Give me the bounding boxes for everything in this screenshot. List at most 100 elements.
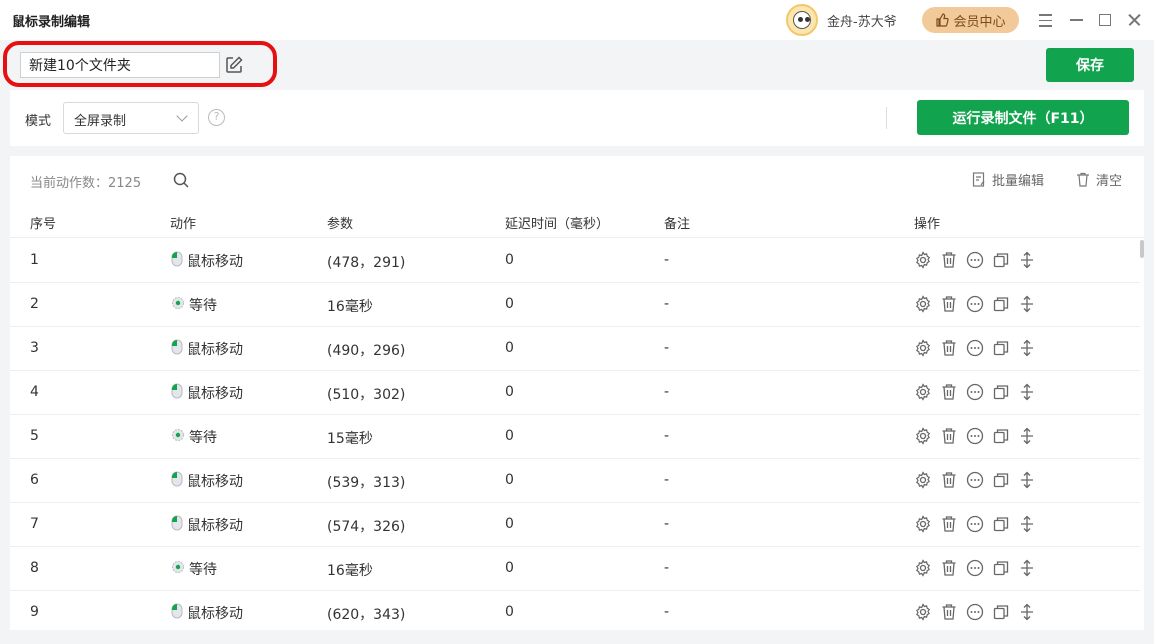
- delete-icon[interactable]: [940, 295, 958, 313]
- row-params: (539，313): [327, 475, 406, 491]
- row-note: -: [664, 296, 670, 312]
- copy-icon[interactable]: [992, 295, 1010, 313]
- more-icon[interactable]: [966, 383, 984, 401]
- mouse-icon: [170, 515, 184, 535]
- copy-icon[interactable]: [992, 559, 1010, 577]
- thumbs-up-icon: [936, 13, 950, 27]
- settings-icon[interactable]: [914, 515, 932, 533]
- row-action-label: 鼠标移动: [187, 386, 243, 402]
- avatar[interactable]: [786, 4, 818, 36]
- table-row[interactable]: 2 等待 16毫秒 0 -: [10, 283, 1140, 327]
- row-params: (620，343): [327, 607, 406, 623]
- row-index: 2: [30, 296, 39, 312]
- row-note: -: [664, 384, 670, 400]
- move-icon[interactable]: [1018, 383, 1036, 401]
- settings-icon[interactable]: [914, 339, 932, 357]
- divider: [886, 107, 887, 129]
- copy-icon[interactable]: [992, 603, 1010, 621]
- mode-select-value: 全屏录制: [74, 114, 127, 129]
- run-recording-button[interactable]: 运行录制文件（F11）: [917, 100, 1129, 135]
- table-row[interactable]: 4 鼠标移动 (510，302) 0 -: [10, 371, 1140, 415]
- move-icon[interactable]: [1018, 559, 1036, 577]
- settings-icon[interactable]: [914, 383, 932, 401]
- more-icon[interactable]: [966, 251, 984, 269]
- row-operations: [914, 515, 1036, 533]
- scrollbar[interactable]: [1140, 240, 1144, 258]
- settings-icon[interactable]: [914, 295, 932, 313]
- delete-icon[interactable]: [940, 471, 958, 489]
- more-icon[interactable]: [966, 603, 984, 621]
- delete-icon[interactable]: [940, 251, 958, 269]
- row-delay: 0: [505, 384, 514, 400]
- mode-select[interactable]: 全屏录制: [63, 102, 199, 134]
- table-row[interactable]: 6 鼠标移动 (539，313) 0 -: [10, 459, 1140, 503]
- table-row[interactable]: 5 等待 15毫秒 0 -: [10, 415, 1140, 459]
- close-icon[interactable]: [1124, 10, 1144, 30]
- clear-button[interactable]: 清空: [1076, 170, 1122, 189]
- more-icon[interactable]: [966, 427, 984, 445]
- row-action-label: 鼠标移动: [187, 254, 243, 270]
- delete-icon[interactable]: [940, 339, 958, 357]
- move-icon[interactable]: [1018, 295, 1036, 313]
- move-icon[interactable]: [1018, 603, 1036, 621]
- settings-icon[interactable]: [914, 603, 932, 621]
- row-index: 9: [30, 604, 39, 620]
- move-icon[interactable]: [1018, 515, 1036, 533]
- table-row[interactable]: 8 等待 16毫秒 0 -: [10, 547, 1140, 591]
- menu-icon[interactable]: [1035, 10, 1055, 30]
- copy-icon[interactable]: [992, 427, 1010, 445]
- delete-icon[interactable]: [940, 383, 958, 401]
- maximize-icon[interactable]: [1095, 10, 1115, 30]
- delete-icon[interactable]: [940, 427, 958, 445]
- row-delay: 0: [505, 252, 514, 268]
- table-row[interactable]: 3 鼠标移动 (490，296) 0 -: [10, 327, 1140, 371]
- settings-icon[interactable]: [914, 471, 932, 489]
- settings-icon[interactable]: [914, 251, 932, 269]
- more-icon[interactable]: [966, 471, 984, 489]
- table-row[interactable]: 7 鼠标移动 (574，326) 0 -: [10, 503, 1140, 547]
- row-delay: 0: [505, 516, 514, 532]
- move-icon[interactable]: [1018, 339, 1036, 357]
- help-icon[interactable]: ?: [208, 109, 225, 126]
- actions-table-panel: 当前动作数：2125 批量编辑 清空 序号 动作 参数 延迟时间（毫秒） 备注 …: [10, 156, 1144, 630]
- more-icon[interactable]: [966, 339, 984, 357]
- row-delay: 0: [505, 428, 514, 444]
- table-row[interactable]: 9 鼠标移动 (620，343) 0 -: [10, 591, 1140, 630]
- copy-icon[interactable]: [992, 339, 1010, 357]
- batch-edit-button[interactable]: 批量编辑: [972, 170, 1044, 189]
- settings-icon[interactable]: [914, 559, 932, 577]
- search-icon[interactable]: [172, 171, 190, 189]
- edit-icon[interactable]: [224, 55, 244, 75]
- row-action: 鼠标移动: [170, 603, 243, 623]
- more-icon[interactable]: [966, 559, 984, 577]
- minimize-icon[interactable]: [1066, 10, 1086, 30]
- row-action: 等待: [170, 427, 217, 447]
- move-icon[interactable]: [1018, 427, 1036, 445]
- copy-icon[interactable]: [992, 515, 1010, 533]
- header-delay: 延迟时间（毫秒）: [505, 217, 610, 232]
- more-icon[interactable]: [966, 515, 984, 533]
- header-action: 动作: [170, 217, 197, 232]
- move-icon[interactable]: [1018, 251, 1036, 269]
- row-index: 4: [30, 384, 39, 400]
- delete-icon[interactable]: [940, 603, 958, 621]
- copy-icon[interactable]: [992, 471, 1010, 489]
- user-profile[interactable]: 金舟-苏大爷: [786, 4, 897, 36]
- recording-name-input[interactable]: [20, 52, 220, 78]
- copy-icon[interactable]: [992, 251, 1010, 269]
- row-note: -: [664, 428, 670, 444]
- more-icon[interactable]: [966, 295, 984, 313]
- row-action: 鼠标移动: [170, 339, 243, 359]
- save-button[interactable]: 保存: [1046, 48, 1134, 82]
- vip-center-label: 会员中心: [953, 14, 1006, 30]
- copy-icon[interactable]: [992, 383, 1010, 401]
- delete-icon[interactable]: [940, 559, 958, 577]
- settings-icon[interactable]: [914, 427, 932, 445]
- header-params: 参数: [327, 217, 354, 232]
- vip-center-button[interactable]: 会员中心: [922, 7, 1019, 33]
- delete-icon[interactable]: [940, 515, 958, 533]
- title-bar: 鼠标录制编辑 金舟-苏大爷 会员中心: [0, 0, 1154, 40]
- app-title: 鼠标录制编辑: [12, 15, 91, 30]
- move-icon[interactable]: [1018, 471, 1036, 489]
- table-row[interactable]: 1 鼠标移动 (478，291) 0 -: [10, 239, 1140, 283]
